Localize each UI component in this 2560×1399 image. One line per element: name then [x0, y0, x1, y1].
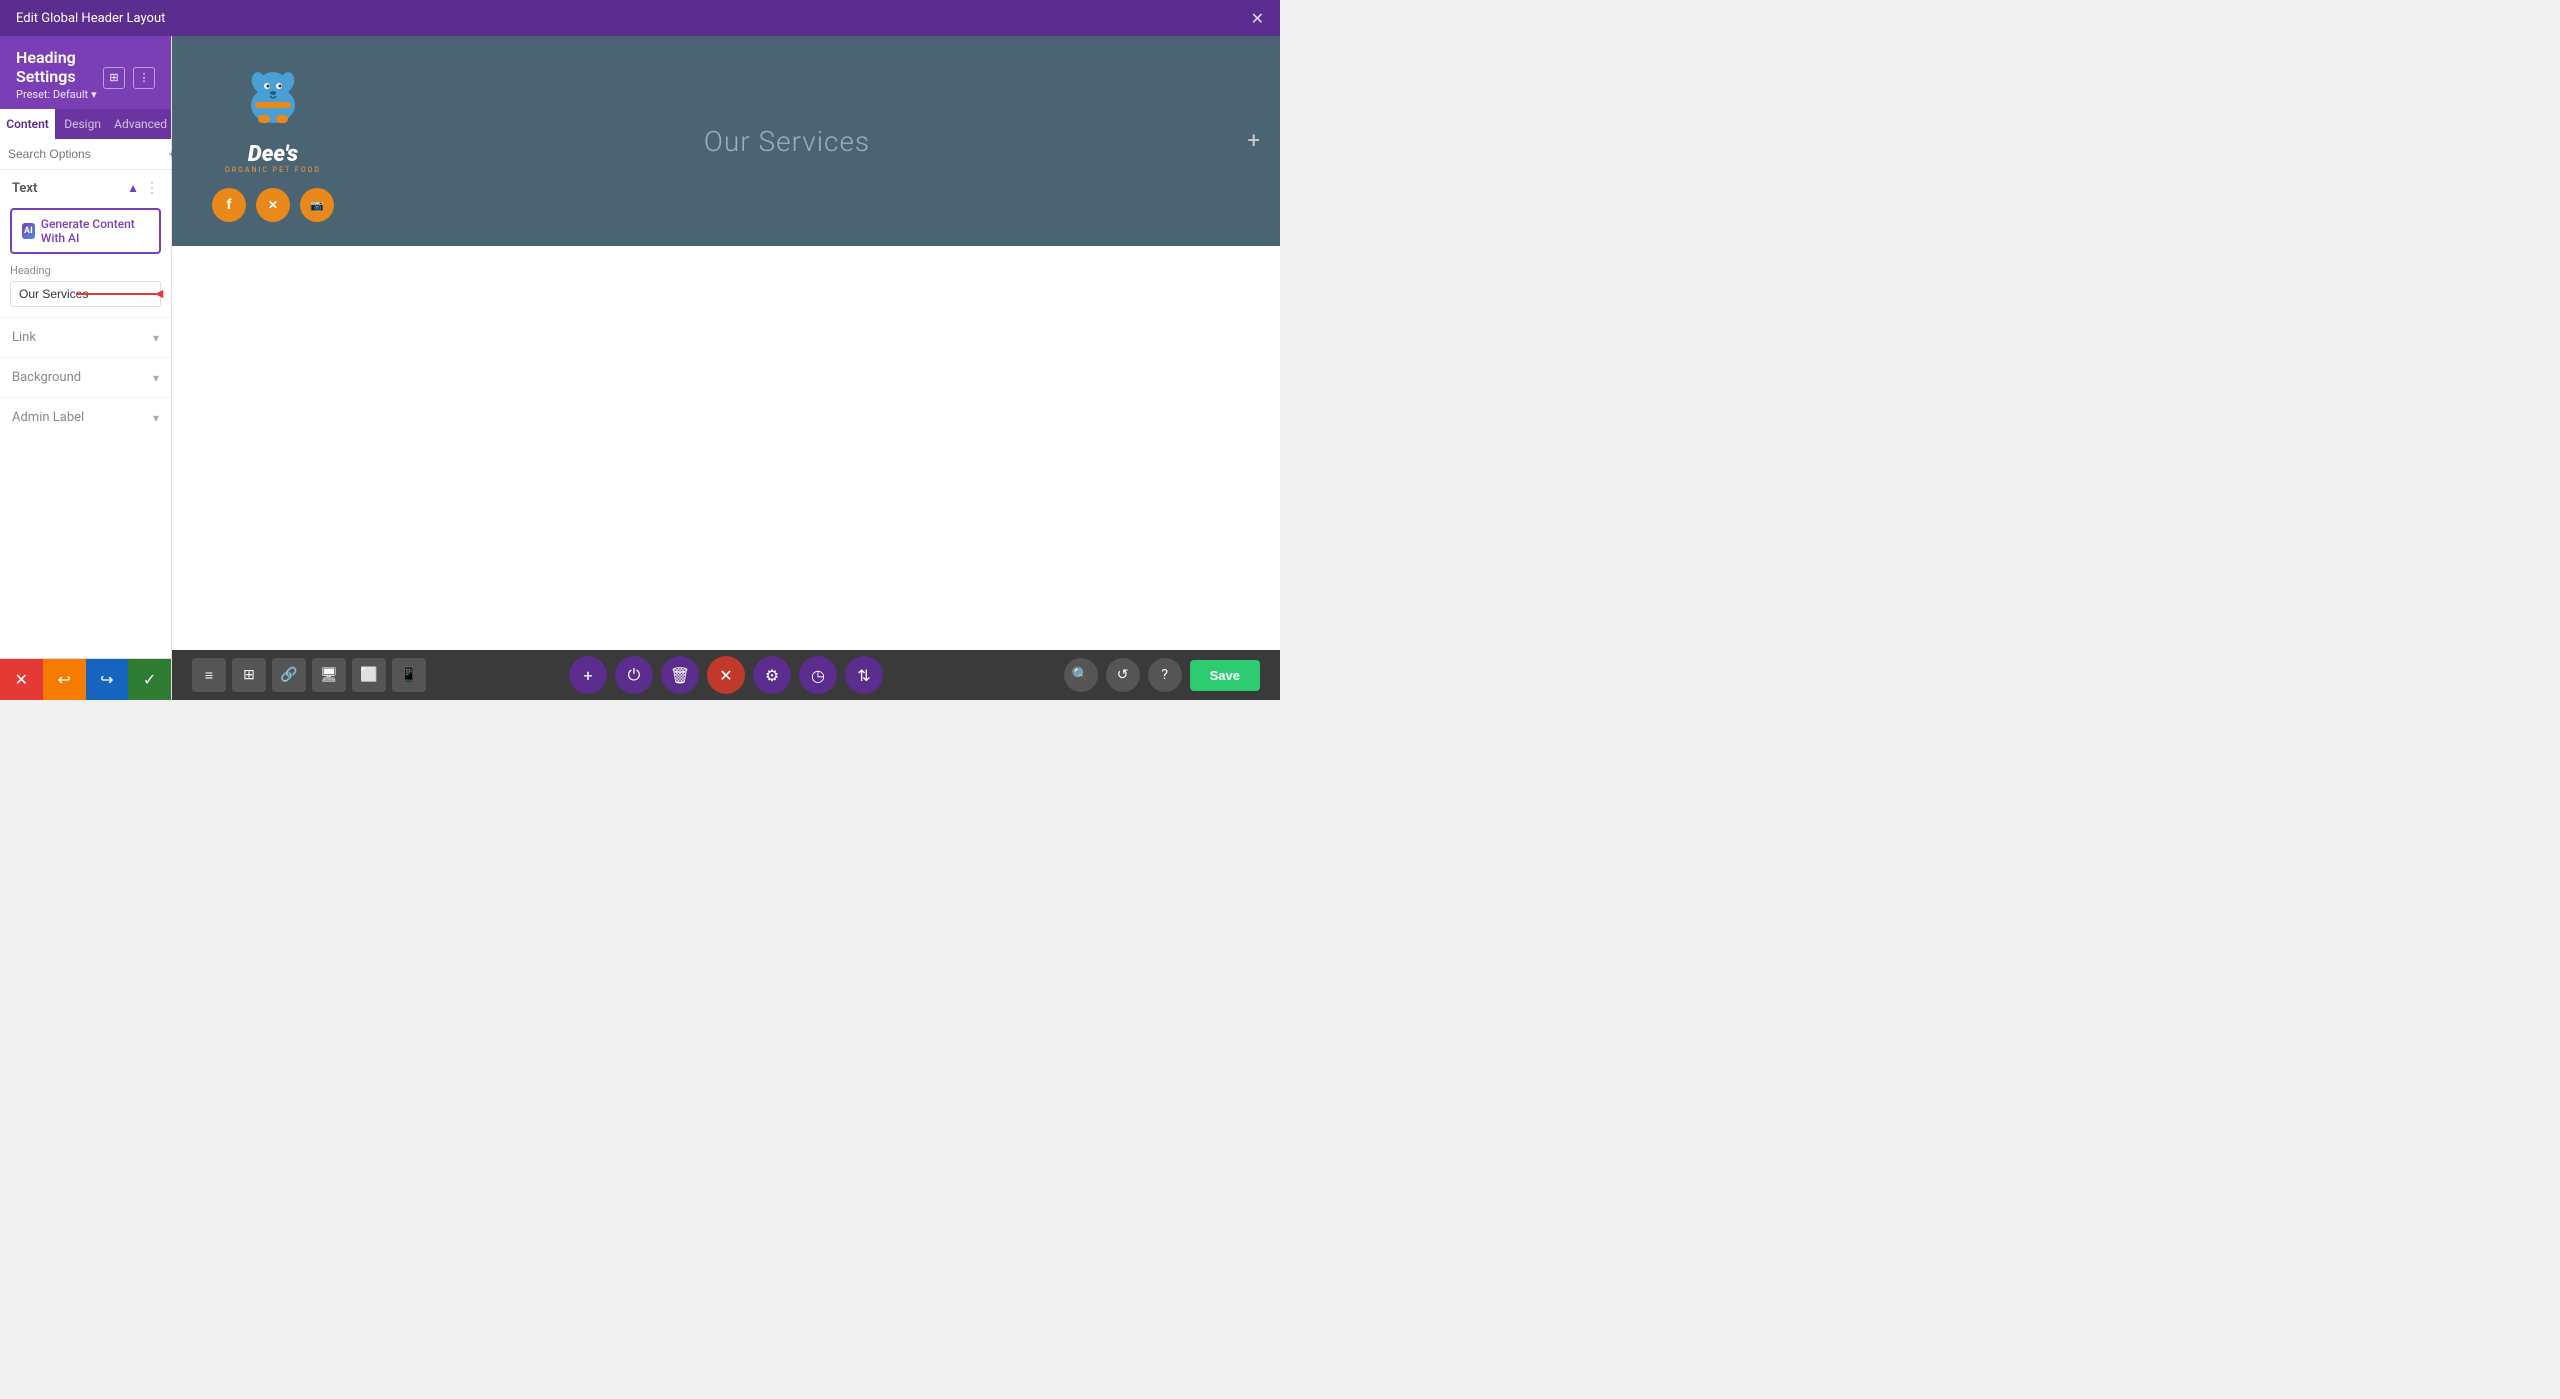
preset-arrow-icon[interactable]: ▾ [91, 88, 97, 101]
more-options-icon[interactable]: ⋮ [145, 180, 159, 196]
annotation-arrow: ◄ [76, 287, 166, 301]
ai-button-label: Generate Content With AI [41, 217, 149, 245]
toolbar-refresh-button[interactable]: ↺ [1106, 658, 1140, 692]
canvas-brand-name: Dee's [225, 144, 321, 166]
tab-design[interactable]: Design [55, 109, 110, 139]
background-chevron-icon: ▾ [153, 371, 159, 385]
admin-label-chevron-icon: ▾ [153, 411, 159, 425]
link-chevron-icon: ▾ [153, 331, 159, 345]
canvas-add-button[interactable]: + [1248, 129, 1260, 154]
canvas-heading-text: Our Services [334, 125, 1240, 158]
collapse-icon[interactable]: ▲ [127, 181, 139, 195]
heading-field-label: Heading [10, 264, 161, 277]
text-section-header[interactable]: Text ▲ ⋮ [0, 170, 171, 204]
search-input[interactable] [8, 147, 163, 161]
sidebar-tabs: Content Design Advanced [0, 109, 171, 139]
link-section-label: Link [12, 330, 36, 345]
toolbar-power-button[interactable]: ⏻ [615, 656, 653, 694]
admin-label-section-header[interactable]: Admin Label ▾ [0, 398, 171, 437]
sidebar: Heading Settings Preset: Default ▾ ⊞ ⋮ C… [0, 36, 172, 700]
toolbar-help-button[interactable]: ? [1148, 658, 1182, 692]
toolbar-tablet-icon[interactable]: ⬜ [352, 658, 386, 692]
title-bar-text: Edit Global Header Layout [16, 11, 165, 26]
more-icon[interactable]: ⋮ [133, 67, 155, 89]
save-button[interactable]: Save [1190, 660, 1260, 691]
canvas-logo-text: Dee's Organic Pet Food [225, 144, 321, 174]
toolbar-grid-icon[interactable]: ⊞ [232, 658, 266, 692]
link-section-header[interactable]: Link ▾ [0, 318, 171, 357]
tab-advanced[interactable]: Advanced [110, 109, 171, 139]
facebook-icon[interactable]: f [212, 188, 246, 222]
undo-button[interactable]: ↩ [43, 659, 86, 700]
toolbar-right-buttons: 🔍 ↺ ? Save [1064, 658, 1260, 692]
toolbar-delete-button[interactable]: 🗑 [661, 656, 699, 694]
link-section: Link ▾ [0, 317, 171, 357]
bottom-toolbar: ≡ ⊞ 🔗 🖥 ⬜ 📱 + ⏻ 🗑 ✕ ⚙ ◷ ⇅ 🔍 ↺ ? [172, 650, 1280, 700]
toolbar-link-icon[interactable]: 🔗 [272, 658, 306, 692]
redo-button[interactable]: ↪ [86, 659, 129, 700]
red-line [76, 293, 156, 295]
background-section-header[interactable]: Background ▾ [0, 358, 171, 397]
background-section: Background ▾ [0, 357, 171, 397]
discard-button[interactable]: ✕ [0, 659, 43, 700]
canvas-header-section: Dee's Organic Pet Food f ✕ 📷 Our Service… [172, 36, 1280, 246]
social-icons: f ✕ 📷 [212, 188, 334, 222]
canvas-area: Dee's Organic Pet Food f ✕ 📷 Our Service… [172, 36, 1280, 700]
toolbar-center-buttons: + ⏻ 🗑 ✕ ⚙ ◷ ⇅ [569, 656, 883, 694]
instagram-icon[interactable]: 📷 [300, 188, 334, 222]
toolbar-mobile-icon[interactable]: 📱 [392, 658, 426, 692]
logo-area: Dee's Organic Pet Food f ✕ 📷 [212, 60, 334, 222]
sidebar-header-icons: ⊞ ⋮ [103, 67, 155, 89]
canvas-logo-subtitle: Organic Pet Food [225, 166, 321, 174]
sidebar-content: Text ▲ ⋮ AI Generate Content With AI Hea… [0, 170, 171, 658]
sidebar-header: Heading Settings Preset: Default ▾ ⊞ ⋮ [0, 36, 171, 109]
toolbar-sort-button[interactable]: ⇅ [845, 656, 883, 694]
search-bar: + Filter [0, 139, 171, 170]
toolbar-desktop-icon[interactable]: 🖥 [312, 658, 346, 692]
title-bar: Edit Global Header Layout ✕ [0, 0, 1280, 36]
tab-content[interactable]: Content [0, 109, 55, 139]
toolbar-left-buttons: ≡ ⊞ 🔗 🖥 ⬜ 📱 [192, 658, 426, 692]
arrowhead-icon: ◄ [152, 287, 166, 301]
text-section-icons: ▲ ⋮ [127, 180, 159, 196]
toolbar-close-button[interactable]: ✕ [707, 656, 745, 694]
preset-label: Preset: Default ▾ [16, 88, 103, 101]
grid-icon[interactable]: ⊞ [103, 67, 125, 89]
toolbar-add-button[interactable]: + [569, 656, 607, 694]
sidebar-bottom-buttons: ✕ ↩ ↪ ✓ [0, 658, 171, 700]
admin-label-section-label: Admin Label [12, 410, 84, 425]
toolbar-settings-button[interactable]: ⚙ [753, 656, 791, 694]
heading-field-group: Heading ◄ [0, 264, 171, 317]
admin-label-section: Admin Label ▾ [0, 397, 171, 437]
heading-settings-title: Heading Settings [16, 48, 103, 86]
heading-input-wrap: ◄ [10, 281, 161, 307]
generate-ai-button[interactable]: AI Generate Content With AI [10, 208, 161, 254]
close-icon[interactable]: ✕ [1251, 9, 1264, 28]
toolbar-history-button[interactable]: ◷ [799, 656, 837, 694]
toolbar-search-button[interactable]: 🔍 [1064, 658, 1098, 692]
confirm-button[interactable]: ✓ [128, 659, 171, 700]
ai-icon: AI [22, 223, 35, 239]
main-layout: Heading Settings Preset: Default ▾ ⊞ ⋮ C… [0, 36, 1280, 700]
twitter-x-icon[interactable]: ✕ [256, 188, 290, 222]
toolbar-menu-icon[interactable]: ≡ [192, 658, 226, 692]
logo-dog-svg [233, 60, 313, 140]
canvas-body [172, 246, 1280, 650]
text-section-label: Text [12, 181, 37, 196]
background-section-label: Background [12, 370, 81, 385]
